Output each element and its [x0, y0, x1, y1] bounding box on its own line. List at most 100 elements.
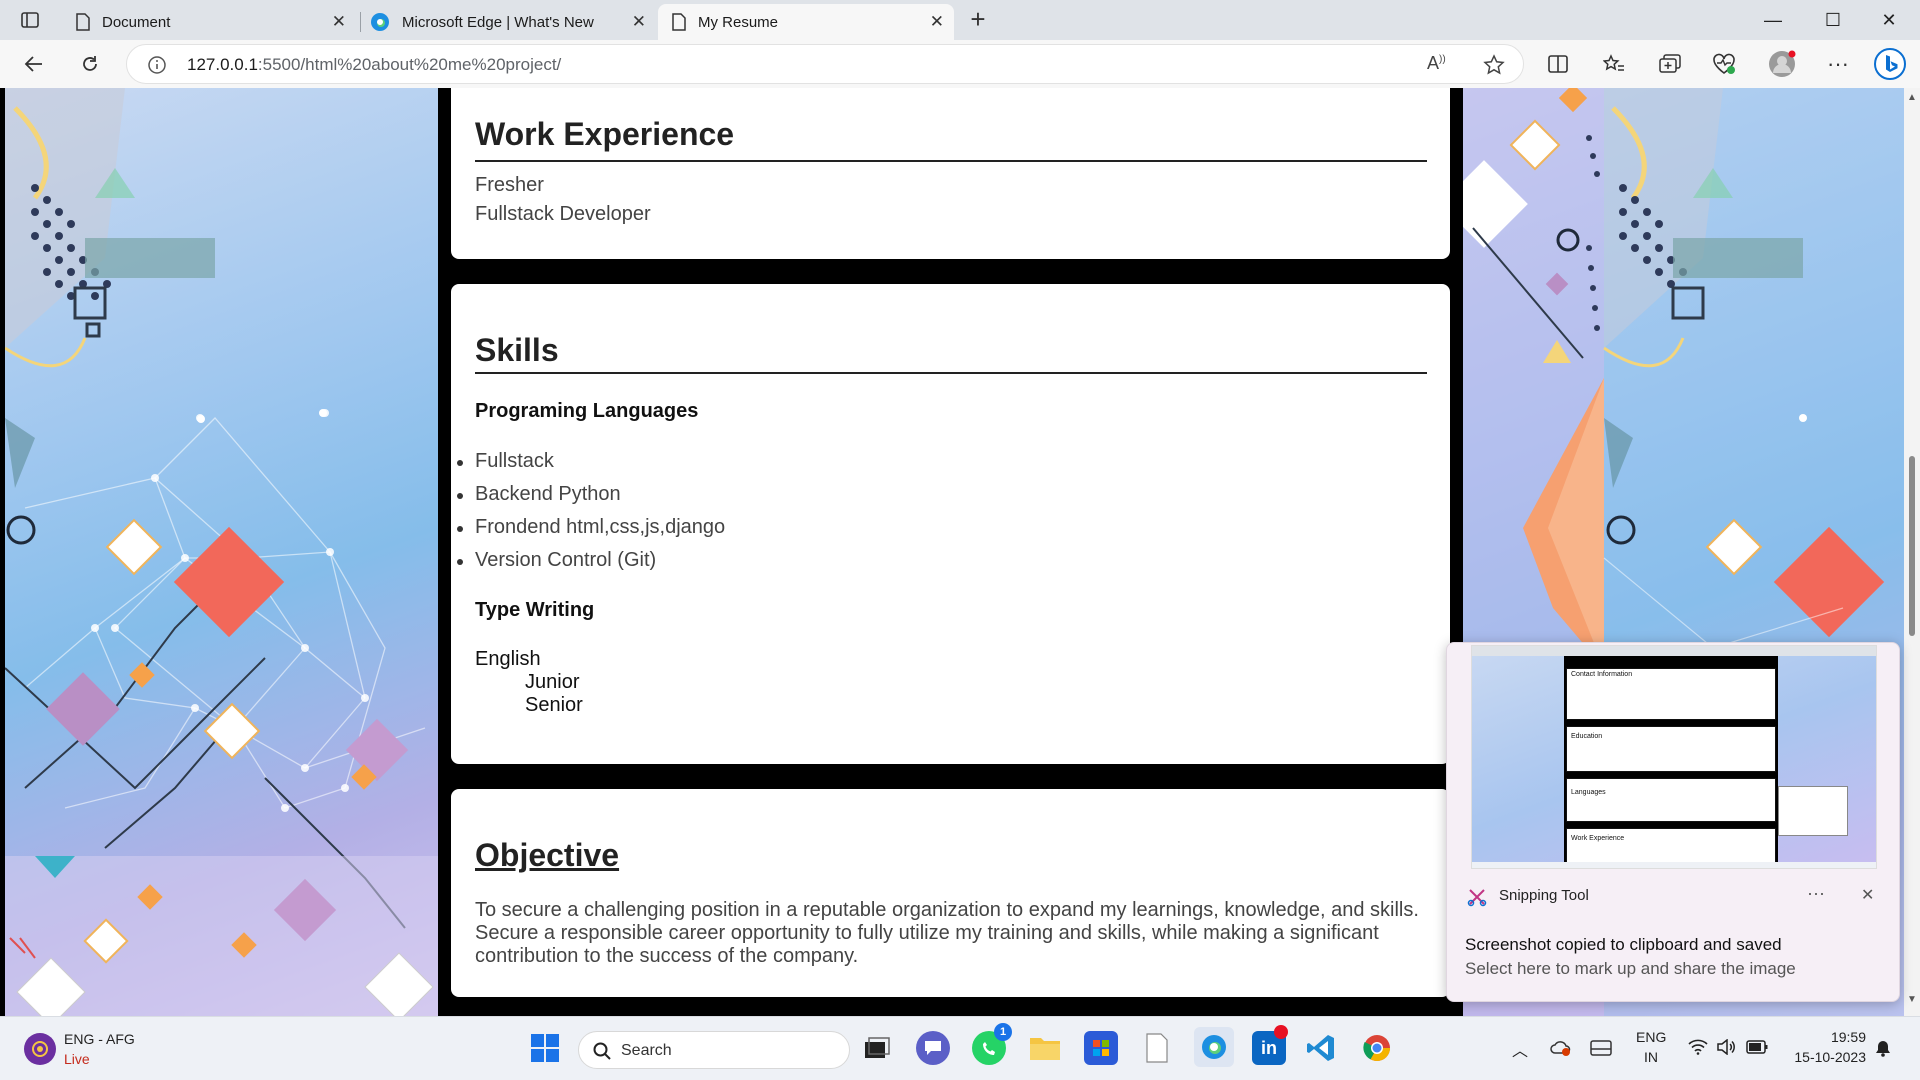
- collections-button[interactable]: [1652, 48, 1688, 80]
- refresh-icon: [83, 56, 97, 71]
- close-window-button[interactable]: ✕: [1866, 4, 1912, 36]
- live-icon: [32, 1041, 48, 1057]
- volume-icon[interactable]: [1716, 1038, 1736, 1060]
- notepad-icon[interactable]: [1140, 1031, 1174, 1065]
- typing-level: Senior: [525, 694, 583, 716]
- refresh-button[interactable]: [72, 48, 108, 80]
- close-notification-button[interactable]: ✕: [1861, 885, 1874, 905]
- tab-document[interactable]: Document ✕: [60, 4, 356, 40]
- weather-widget-icon[interactable]: [24, 1033, 56, 1065]
- input-language-bottom[interactable]: IN: [1636, 1049, 1666, 1065]
- favorites-button[interactable]: [1596, 48, 1632, 80]
- blank-file-icon: [1146, 1033, 1168, 1063]
- whatsapp-icon[interactable]: 1: [972, 1023, 1012, 1065]
- thumbnail-label: Work Experience: [1571, 835, 1625, 842]
- notification-badge: 1: [994, 1023, 1012, 1041]
- tab-title: My Resume: [698, 13, 779, 31]
- windows-logo-icon: [531, 1034, 559, 1062]
- thumbnail-nested-toast: [1778, 786, 1848, 836]
- favorites-list-icon: [1603, 54, 1624, 71]
- notification-bell-icon[interactable]: [1874, 1039, 1892, 1062]
- skills-heading: Skills: [475, 332, 559, 368]
- start-button[interactable]: [530, 1033, 560, 1063]
- scroll-up-icon[interactable]: ▲: [1907, 92, 1917, 103]
- widget-title[interactable]: ENG - AFG: [64, 1031, 135, 1047]
- clock-time[interactable]: 19:59: [1786, 1029, 1866, 1045]
- browser-essentials-button[interactable]: [1706, 48, 1742, 80]
- thumbnail-label: Education: [1571, 733, 1603, 740]
- heading-divider: [475, 372, 1427, 374]
- tab-strip: Document ✕ Microsoft Edge | What's New ✕…: [0, 0, 1920, 40]
- close-tab-icon[interactable]: ✕: [632, 12, 646, 32]
- tab-my-resume[interactable]: My Resume ✕: [658, 4, 954, 40]
- tab-edge-whats-new[interactable]: Microsoft Edge | What's New ✕: [362, 4, 656, 40]
- network-pattern-graphic: [5, 88, 438, 1016]
- vscode-icon[interactable]: [1304, 1031, 1338, 1065]
- work-experience-line: Fullstack Developer: [475, 203, 651, 225]
- bell-icon: [1876, 1041, 1890, 1057]
- chrome-icon[interactable]: [1360, 1031, 1394, 1065]
- tab-actions-button[interactable]: [16, 8, 44, 32]
- bing-chat-icon: [1874, 48, 1906, 80]
- favorite-star-icon[interactable]: [1483, 54, 1505, 76]
- more-options-button[interactable]: ···: [1807, 883, 1825, 904]
- snipping-tool-notification[interactable]: Contact Information Education Languages …: [1446, 642, 1900, 1002]
- vertical-scrollbar[interactable]: ▲ ▼: [1904, 88, 1920, 1016]
- copilot-button[interactable]: [1872, 48, 1908, 80]
- task-view-button[interactable]: [860, 1031, 894, 1065]
- toast-subtitle: Select here to mark up and share the ima…: [1465, 959, 1796, 978]
- read-aloud-icon[interactable]: A)): [1427, 53, 1446, 74]
- chrome-logo-icon: [1363, 1035, 1391, 1062]
- objective-heading: Objective: [475, 837, 620, 873]
- work-experience-card: Work Experience Fresher Fullstack Develo…: [451, 88, 1450, 259]
- split-screen-button[interactable]: [1540, 48, 1576, 80]
- chat-bubble-icon: [925, 1041, 941, 1055]
- linkedin-icon[interactable]: in: [1252, 1025, 1288, 1065]
- typing-language: English: [475, 648, 541, 670]
- clock-date[interactable]: 15-10-2023: [1776, 1049, 1866, 1065]
- teams-chat-icon[interactable]: [916, 1031, 950, 1065]
- thumbnail-card: Contact Information: [1566, 668, 1776, 720]
- edge-taskbar-icon[interactable]: [1194, 1027, 1234, 1067]
- screenshot-thumbnail[interactable]: Contact Information Education Languages …: [1471, 645, 1877, 869]
- address-bar[interactable]: 127.0.0.1:5500/html%20about%20me%20proje…: [126, 44, 1524, 84]
- close-tab-icon[interactable]: ✕: [332, 12, 346, 32]
- url-path: :5500/html%20about%20me%20project/: [257, 55, 562, 74]
- thumbnail-card: Languages: [1566, 778, 1776, 822]
- battery-icon[interactable]: [1746, 1040, 1768, 1059]
- wifi-icon[interactable]: [1688, 1039, 1708, 1060]
- back-arrow-icon: [24, 56, 42, 72]
- minimize-button[interactable]: —: [1750, 4, 1796, 36]
- scroll-thumb[interactable]: [1909, 456, 1915, 636]
- programming-languages-heading: Programing Languages: [475, 400, 699, 422]
- back-button[interactable]: [16, 48, 52, 80]
- tablet-tray-icon[interactable]: [1590, 1039, 1612, 1062]
- profile-button[interactable]: [1764, 48, 1800, 80]
- thumbnail-browser-bar: [1472, 646, 1876, 656]
- notification-dot-icon: [1274, 1025, 1288, 1039]
- taskbar-search[interactable]: Search: [578, 1031, 850, 1069]
- file-explorer-icon[interactable]: [1028, 1031, 1062, 1065]
- windows-taskbar: ENG - AFG Live Search 1 in ︿ ENG IN 19:5…: [0, 1016, 1920, 1080]
- info-icon[interactable]: [147, 55, 167, 75]
- edge-icon: [1202, 1035, 1226, 1059]
- skill-list-item: Backend Python: [457, 483, 621, 505]
- input-language-top[interactable]: ENG: [1636, 1029, 1666, 1045]
- security-tray-icon[interactable]: [1550, 1039, 1572, 1062]
- left-background-art: [5, 88, 438, 1016]
- objective-card: Objective To secure a challenging positi…: [451, 789, 1450, 997]
- skill-list-item: Version Control (Git): [456, 549, 657, 571]
- collections-icon: [1659, 54, 1681, 73]
- search-placeholder: Search: [621, 1042, 672, 1059]
- heading-divider: [475, 160, 1427, 162]
- scroll-down-icon[interactable]: ▼: [1907, 994, 1917, 1005]
- show-hidden-icons-button[interactable]: ︿: [1512, 1037, 1528, 1061]
- new-tab-button[interactable]: +: [963, 6, 993, 34]
- document-icon: [672, 13, 686, 31]
- settings-more-button[interactable]: ···: [1820, 48, 1856, 80]
- microsoft-store-icon[interactable]: [1084, 1031, 1118, 1065]
- tab-divider: [360, 12, 361, 32]
- maximize-button[interactable]: ☐: [1810, 4, 1856, 36]
- heart-pulse-icon: [1713, 53, 1735, 74]
- close-tab-icon[interactable]: ✕: [930, 12, 944, 32]
